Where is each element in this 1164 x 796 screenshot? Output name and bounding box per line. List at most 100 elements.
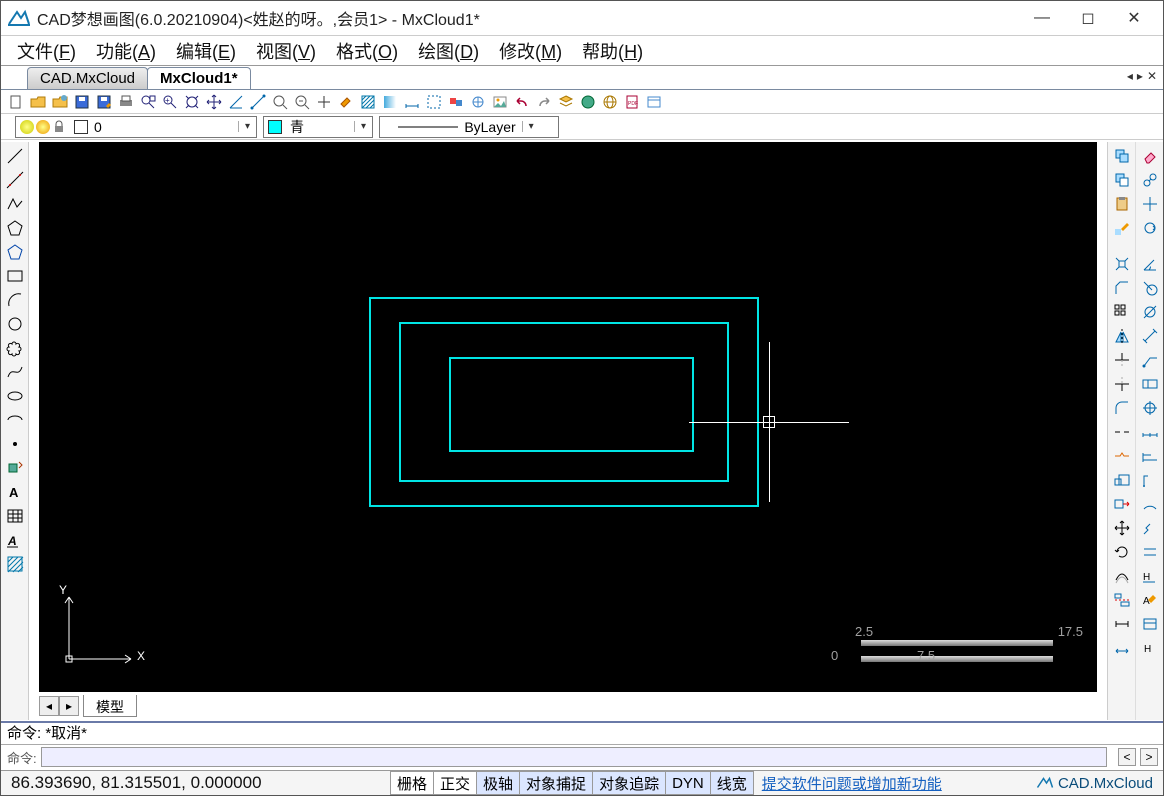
dim-continue-icon[interactable] [1140, 422, 1160, 442]
menu-edit[interactable]: 编辑(E) [166, 36, 246, 66]
settings-icon[interactable] [645, 93, 663, 111]
undo-icon[interactable] [513, 93, 531, 111]
dim-diameter-icon[interactable] [1140, 302, 1160, 322]
copy-object-tool-icon[interactable] [1140, 170, 1160, 190]
chamfer-tool-icon[interactable] [1112, 278, 1132, 298]
new-file-icon[interactable] [7, 93, 25, 111]
color-combobox[interactable]: 青 ▾ [263, 116, 373, 138]
mtext-tool-icon[interactable]: A [5, 482, 25, 502]
erase-tool-icon[interactable] [1140, 146, 1160, 166]
scale-tool-icon[interactable] [1112, 470, 1132, 490]
offset-tool-icon[interactable] [1112, 566, 1132, 586]
toggle-grid[interactable]: 栅格 [390, 771, 434, 795]
dim-arc-icon[interactable] [1140, 494, 1160, 514]
tab-scroll-right-icon[interactable]: ▸ [1137, 69, 1143, 83]
match-prop-icon[interactable] [1112, 218, 1132, 238]
rotate-object-icon[interactable] [1140, 218, 1160, 238]
circle-tool-icon[interactable] [5, 314, 25, 334]
ellipse-tool-icon[interactable] [5, 386, 25, 406]
copy-tool-icon[interactable] [1112, 146, 1132, 166]
extend-tool-icon[interactable] [1112, 374, 1132, 394]
paint-icon[interactable] [337, 93, 355, 111]
open-cloud-icon[interactable] [51, 93, 69, 111]
table-tool-icon[interactable] [5, 506, 25, 526]
stretch-tool-icon[interactable] [1112, 494, 1132, 514]
color-dropdown-icon[interactable]: ▾ [354, 121, 372, 132]
arc-tool-icon[interactable] [5, 290, 25, 310]
image-icon[interactable] [491, 93, 509, 111]
mirror-tool-icon[interactable] [1112, 326, 1132, 346]
ellipse-arc-tool-icon[interactable] [5, 410, 25, 430]
layer-icon[interactable] [557, 93, 575, 111]
dimension-icon[interactable] [403, 93, 421, 111]
point-tool-icon[interactable] [5, 434, 25, 454]
linetype-combobox[interactable]: ByLayer ▾ [379, 116, 559, 138]
tab-scroll-left-icon[interactable]: ◂ [1127, 69, 1133, 83]
center-mark-icon[interactable] [1140, 398, 1160, 418]
layer-dropdown-icon[interactable]: ▾ [238, 121, 256, 132]
region-zoom-icon[interactable] [271, 93, 289, 111]
menu-file[interactable]: 文件(F) [7, 36, 86, 66]
doc-tab-1[interactable]: CAD.MxCloud [27, 67, 148, 89]
minimize-button[interactable]: — [1019, 4, 1065, 32]
linetype-dropdown-icon[interactable]: ▾ [522, 121, 540, 132]
save-icon[interactable] [73, 93, 91, 111]
dim-baseline-icon[interactable] [1140, 446, 1160, 466]
hatch-icon[interactable] [359, 93, 377, 111]
dim-linear-tool-icon[interactable] [1112, 638, 1132, 658]
menu-modify[interactable]: 修改(M) [489, 36, 572, 66]
tolerance-icon[interactable] [1140, 374, 1160, 394]
cut-tool-icon[interactable] [1112, 170, 1132, 190]
menu-view[interactable]: 视图(V) [246, 36, 326, 66]
web-icon[interactable] [579, 93, 597, 111]
measure-distance-icon[interactable] [249, 93, 267, 111]
join-tool-icon[interactable] [1112, 446, 1132, 466]
toggle-otrack[interactable]: 对象追踪 [592, 771, 666, 795]
print-icon[interactable] [117, 93, 135, 111]
dim-angular-icon[interactable] [1140, 254, 1160, 274]
model-tab[interactable]: 模型 [83, 695, 137, 717]
polygon-tool-icon[interactable] [5, 218, 25, 238]
cmd-scroll-left-icon[interactable]: < [1118, 748, 1136, 766]
layer-combobox[interactable]: 0 ▾ [15, 116, 257, 138]
save-as-icon[interactable] [95, 93, 113, 111]
dim-ordinate-icon[interactable] [1140, 470, 1160, 490]
cmd-scroll-right-icon[interactable]: > [1140, 748, 1158, 766]
move-object-icon[interactable] [1140, 194, 1160, 214]
polyline-tool-icon[interactable] [5, 194, 25, 214]
zoom-window-icon[interactable] [139, 93, 157, 111]
toggle-osnap[interactable]: 对象捕捉 [519, 771, 593, 795]
rotate-tool-icon[interactable] [1112, 542, 1132, 562]
polygon-filled-tool-icon[interactable] [5, 242, 25, 262]
dim-override-icon[interactable]: H [1140, 638, 1160, 658]
globe-icon[interactable] [601, 93, 619, 111]
dim-aligned-icon[interactable] [1140, 326, 1160, 346]
doc-tab-2[interactable]: MxCloud1* [147, 67, 251, 89]
pan-icon[interactable] [205, 93, 223, 111]
hatch-tool-icon[interactable] [5, 554, 25, 574]
command-input[interactable] [41, 747, 1107, 767]
qdim-icon[interactable] [1140, 542, 1160, 562]
dim-radius-icon[interactable] [1140, 278, 1160, 298]
array-tool-icon[interactable] [1112, 302, 1132, 322]
toggle-ortho[interactable]: 正交 [433, 771, 477, 795]
gradient-icon[interactable] [381, 93, 399, 111]
text-tool-icon[interactable]: A [5, 530, 25, 550]
toggle-dyn[interactable]: DYN [665, 771, 711, 795]
measure-angle-icon[interactable] [227, 93, 245, 111]
menu-draw[interactable]: 绘图(D) [408, 36, 489, 66]
xline-tool-icon[interactable] [5, 170, 25, 190]
move-icon[interactable] [315, 93, 333, 111]
menu-function[interactable]: 功能(A) [86, 36, 166, 66]
paste-tool-icon[interactable] [1112, 194, 1132, 214]
lengthen-tool-icon[interactable] [1112, 614, 1132, 634]
feedback-link[interactable]: 提交软件问题或增加新功能 [762, 773, 942, 794]
insert-block-tool-icon[interactable] [5, 458, 25, 478]
dim-jogged-icon[interactable] [1140, 518, 1160, 538]
revcloud-tool-icon[interactable] [5, 338, 25, 358]
line-tool-icon[interactable] [5, 146, 25, 166]
menu-help[interactable]: 帮助(H) [572, 36, 653, 66]
explode-tool-icon[interactable] [1112, 254, 1132, 274]
rectangle-tool-icon[interactable] [5, 266, 25, 286]
dim-text-edit-icon[interactable]: A [1140, 590, 1160, 610]
